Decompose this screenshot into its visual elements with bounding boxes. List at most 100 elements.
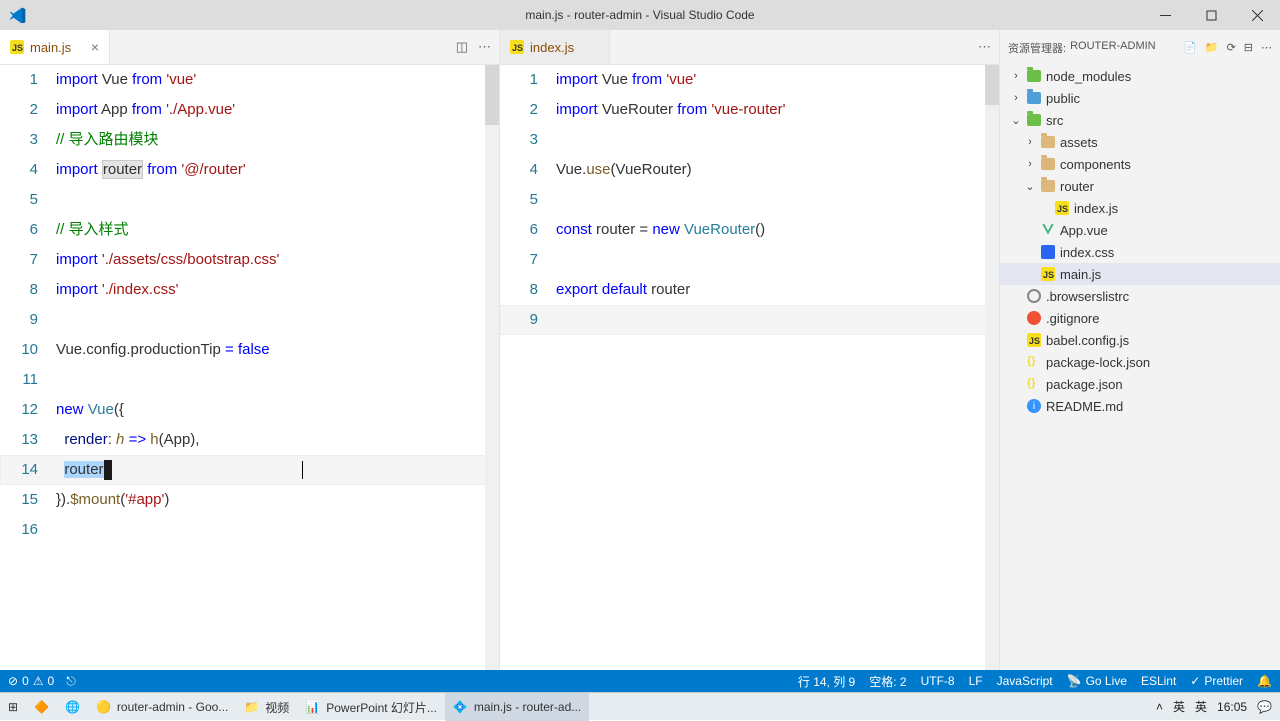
line-content[interactable]: import router from '@/router'	[56, 155, 246, 185]
status-port-icon[interactable]: ⎋	[66, 674, 76, 689]
taskbar-item[interactable]: 🟡router-admin - Goo...	[88, 693, 236, 721]
code-line[interactable]: 5	[500, 185, 999, 215]
tree-item-package-lock-json[interactable]: {}package-lock.json	[1000, 351, 1280, 373]
code-line[interactable]: 5	[0, 185, 499, 215]
code-line[interactable]: 10Vue.config.productionTip = false	[0, 335, 499, 365]
line-content[interactable]: router	[56, 455, 112, 485]
line-content[interactable]: render: h => h(App),	[56, 425, 199, 455]
tree-item-readme-md[interactable]: iREADME.md	[1000, 395, 1280, 417]
more-actions-icon[interactable]: ⋯	[478, 39, 491, 55]
tab-main-js[interactable]: JS main.js ×	[0, 30, 110, 64]
line-content[interactable]: import VueRouter from 'vue-router'	[556, 95, 785, 125]
code-editor-right[interactable]: 1import Vue from 'vue'2import VueRouter …	[500, 65, 999, 670]
code-line[interactable]: 13 render: h => h(App),	[0, 425, 499, 455]
file-tree[interactable]: ›node_modules›public⌄src›assets›componen…	[1000, 65, 1280, 670]
code-line[interactable]: 1import Vue from 'vue'	[500, 65, 999, 95]
tree-item-assets[interactable]: ›assets	[1000, 131, 1280, 153]
line-content[interactable]: import './index.css'	[56, 275, 178, 305]
code-line[interactable]: 7	[500, 245, 999, 275]
chevron-icon[interactable]: ›	[1024, 158, 1036, 170]
tree-item-package-json[interactable]: {}package.json	[1000, 373, 1280, 395]
status-notifications-icon[interactable]: 🔔	[1257, 674, 1272, 688]
refresh-icon[interactable]: ⟳	[1227, 41, 1236, 54]
code-line[interactable]: 3// 导入路由模块	[0, 125, 499, 155]
more-actions-icon[interactable]: ⋯	[978, 39, 991, 55]
line-content[interactable]: const router = new VueRouter()	[556, 215, 765, 245]
tray-chevron-icon[interactable]: ˄	[1156, 700, 1163, 714]
tree-item-node-modules[interactable]: ›node_modules	[1000, 65, 1280, 87]
code-line[interactable]: 16	[0, 515, 499, 545]
line-content[interactable]: import Vue from 'vue'	[56, 65, 196, 95]
code-line[interactable]: 9	[0, 305, 499, 335]
chevron-icon[interactable]: ⌄	[1010, 114, 1022, 127]
status-encoding[interactable]: UTF-8	[921, 674, 955, 688]
code-line[interactable]: 9	[500, 305, 999, 335]
code-line[interactable]: 12new Vue({	[0, 395, 499, 425]
more-icon[interactable]: ⋯	[1261, 41, 1272, 54]
maximize-button[interactable]	[1188, 0, 1234, 30]
tree-item-components[interactable]: ›components	[1000, 153, 1280, 175]
code-line[interactable]: 14 router	[0, 455, 499, 485]
taskbar-item[interactable]: 📊PowerPoint 幻灯片...	[297, 693, 445, 721]
line-content[interactable]: Vue.use(VueRouter)	[556, 155, 692, 185]
tree-item-babel-config-js[interactable]: JSbabel.config.js	[1000, 329, 1280, 351]
tree-item--browserslistrc[interactable]: .browserslistrc	[1000, 285, 1280, 307]
line-content[interactable]: import App from './App.vue'	[56, 95, 235, 125]
tray-notifications-icon[interactable]: 💬	[1257, 700, 1272, 714]
code-line[interactable]: 4import router from '@/router'	[0, 155, 499, 185]
status-prettier[interactable]: ✓ Prettier	[1190, 674, 1243, 688]
code-line[interactable]: 11	[0, 365, 499, 395]
collapse-all-icon[interactable]: ⊟	[1244, 41, 1253, 54]
taskbar-item[interactable]: 🌐	[57, 693, 88, 721]
close-tab-icon[interactable]: ×	[91, 39, 99, 55]
line-content[interactable]: // 导入样式	[56, 215, 129, 245]
status-lang[interactable]: JavaScript	[997, 674, 1053, 688]
taskbar-item[interactable]: 💠main.js - router-ad...	[445, 693, 589, 721]
tree-item-index-css[interactable]: index.css	[1000, 241, 1280, 263]
chevron-icon[interactable]: ⌄	[1024, 180, 1036, 193]
minimap-left[interactable]	[485, 65, 499, 670]
split-editor-icon[interactable]: ◫	[456, 39, 468, 55]
tray-ime[interactable]: 英	[1173, 698, 1185, 715]
chevron-icon[interactable]: ›	[1010, 70, 1022, 82]
tab-index-js[interactable]: JS index.js ×	[500, 30, 610, 64]
taskbar-item[interactable]: 🔶	[26, 693, 57, 721]
line-content[interactable]: export default router	[556, 275, 690, 305]
line-content[interactable]: Vue.config.productionTip = false	[56, 335, 270, 365]
line-content[interactable]: // 导入路由模块	[56, 125, 159, 155]
tree-item-public[interactable]: ›public	[1000, 87, 1280, 109]
code-line[interactable]: 4Vue.use(VueRouter)	[500, 155, 999, 185]
status-ln-col[interactable]: 行 14, 列 9	[798, 673, 855, 690]
taskbar-item[interactable]: 📁视频	[236, 693, 297, 721]
code-line[interactable]: 15}).$mount('#app')	[0, 485, 499, 515]
tree-item-index-js[interactable]: JSindex.js	[1000, 197, 1280, 219]
code-line[interactable]: 6// 导入样式	[0, 215, 499, 245]
tree-item--gitignore[interactable]: .gitignore	[1000, 307, 1280, 329]
status-eol[interactable]: LF	[969, 674, 983, 688]
tree-item-router[interactable]: ⌄router	[1000, 175, 1280, 197]
tray-time[interactable]: 16:05	[1217, 700, 1247, 714]
code-line[interactable]: 6const router = new VueRouter()	[500, 215, 999, 245]
status-golive[interactable]: 📡 Go Live	[1067, 674, 1127, 688]
code-line[interactable]: 1import Vue from 'vue'	[0, 65, 499, 95]
line-content[interactable]: import Vue from 'vue'	[556, 65, 696, 95]
new-folder-icon[interactable]: 📁	[1205, 41, 1219, 54]
system-tray[interactable]: ˄ 英 英 16:05 💬	[1156, 698, 1280, 715]
status-errors[interactable]: ⊘ 0 ⚠ 0	[8, 674, 54, 688]
close-button[interactable]	[1234, 0, 1280, 30]
tray-ime2[interactable]: 英	[1195, 698, 1207, 715]
code-line[interactable]: 8import './index.css'	[0, 275, 499, 305]
minimize-button[interactable]	[1142, 0, 1188, 30]
line-content[interactable]: }).$mount('#app')	[56, 485, 169, 515]
code-line[interactable]: 2import App from './App.vue'	[0, 95, 499, 125]
tree-item-main-js[interactable]: JSmain.js	[1000, 263, 1280, 285]
tree-item-src[interactable]: ⌄src	[1000, 109, 1280, 131]
line-content[interactable]: import './assets/css/bootstrap.css'	[56, 245, 279, 275]
code-line[interactable]: 3	[500, 125, 999, 155]
taskbar-item[interactable]: ⊞	[0, 693, 26, 721]
tree-item-app-vue[interactable]: App.vue	[1000, 219, 1280, 241]
chevron-icon[interactable]: ›	[1024, 136, 1036, 148]
code-line[interactable]: 7import './assets/css/bootstrap.css'	[0, 245, 499, 275]
line-content[interactable]: new Vue({	[56, 395, 124, 425]
code-editor-left[interactable]: 1import Vue from 'vue'2import App from '…	[0, 65, 499, 670]
